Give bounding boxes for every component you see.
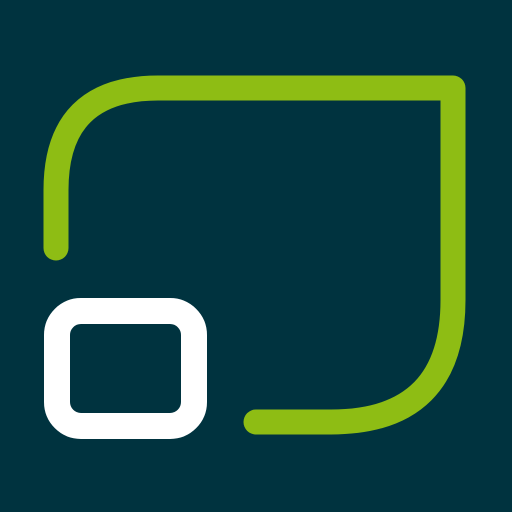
- logo-svg: [0, 0, 512, 512]
- app-icon: [0, 0, 512, 512]
